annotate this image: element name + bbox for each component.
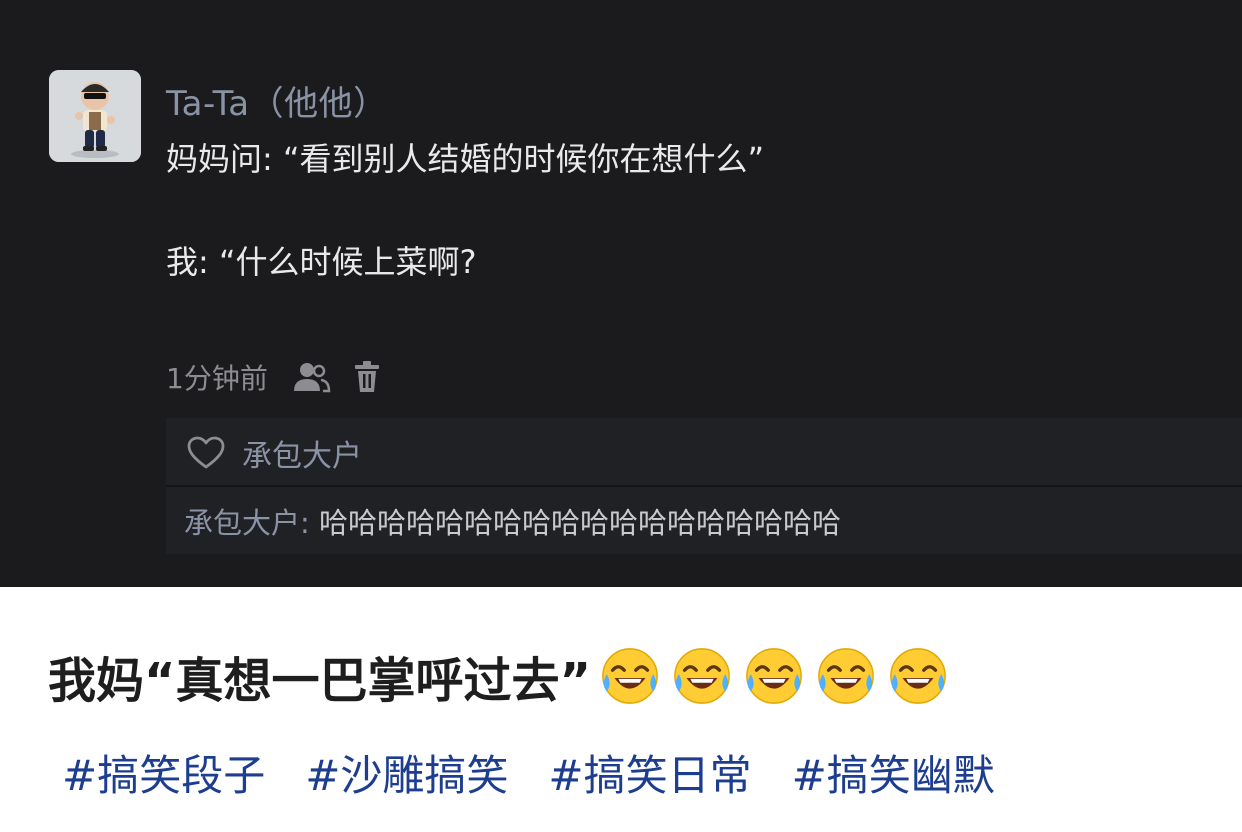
post-text-line-2: 我: “什么时候上菜啊?: [166, 243, 477, 281]
comment-author[interactable]: 承包大户: [184, 506, 300, 540]
liker-name[interactable]: 承包大户: [242, 431, 362, 475]
laughing-emoji-icon: [602, 648, 658, 704]
laughing-emoji-icon: [746, 648, 802, 704]
heart-icon[interactable]: [186, 435, 226, 471]
avatar[interactable]: [49, 70, 141, 162]
hashtag-list: #搞笑段子 #沙雕搞笑 #搞笑日常 #搞笑幽默: [62, 744, 1035, 800]
post-meta: 1分钟前: [166, 357, 382, 397]
comment-text: 哈哈哈哈哈哈哈哈哈哈哈哈哈哈哈哈哈哈: [319, 506, 842, 540]
people-icon[interactable]: [292, 359, 332, 395]
like-row: 承包大户: [186, 430, 362, 476]
post-time: 1分钟前: [166, 362, 268, 395]
comment: 承包大户: 哈哈哈哈哈哈哈哈哈哈哈哈哈哈哈哈哈哈: [184, 500, 841, 542]
emoji-row: [599, 645, 959, 707]
caption-text: 我妈“真想一巴掌呼过去”: [48, 653, 592, 709]
avatar-image: [49, 70, 141, 162]
trash-icon[interactable]: [352, 359, 382, 395]
hashtag-4[interactable]: #搞笑幽默: [792, 742, 995, 803]
hashtag-3[interactable]: #搞笑日常: [548, 742, 751, 803]
caption: 我妈“真想一巴掌呼过去”: [48, 640, 959, 712]
hashtag-2[interactable]: #沙雕搞笑: [305, 742, 508, 803]
laughing-emoji-icon: [890, 648, 946, 704]
comment-separator: :: [300, 506, 320, 540]
laughing-emoji-icon: [818, 648, 874, 704]
laughing-emoji-icon: [674, 648, 730, 704]
post-text-line-1: 妈妈问: “看到别人结婚的时候你在想什么”: [166, 140, 765, 178]
divider: [166, 485, 1242, 487]
post-author[interactable]: Ta-Ta（他他）: [166, 76, 388, 125]
hashtag-1[interactable]: #搞笑段子: [62, 742, 265, 803]
